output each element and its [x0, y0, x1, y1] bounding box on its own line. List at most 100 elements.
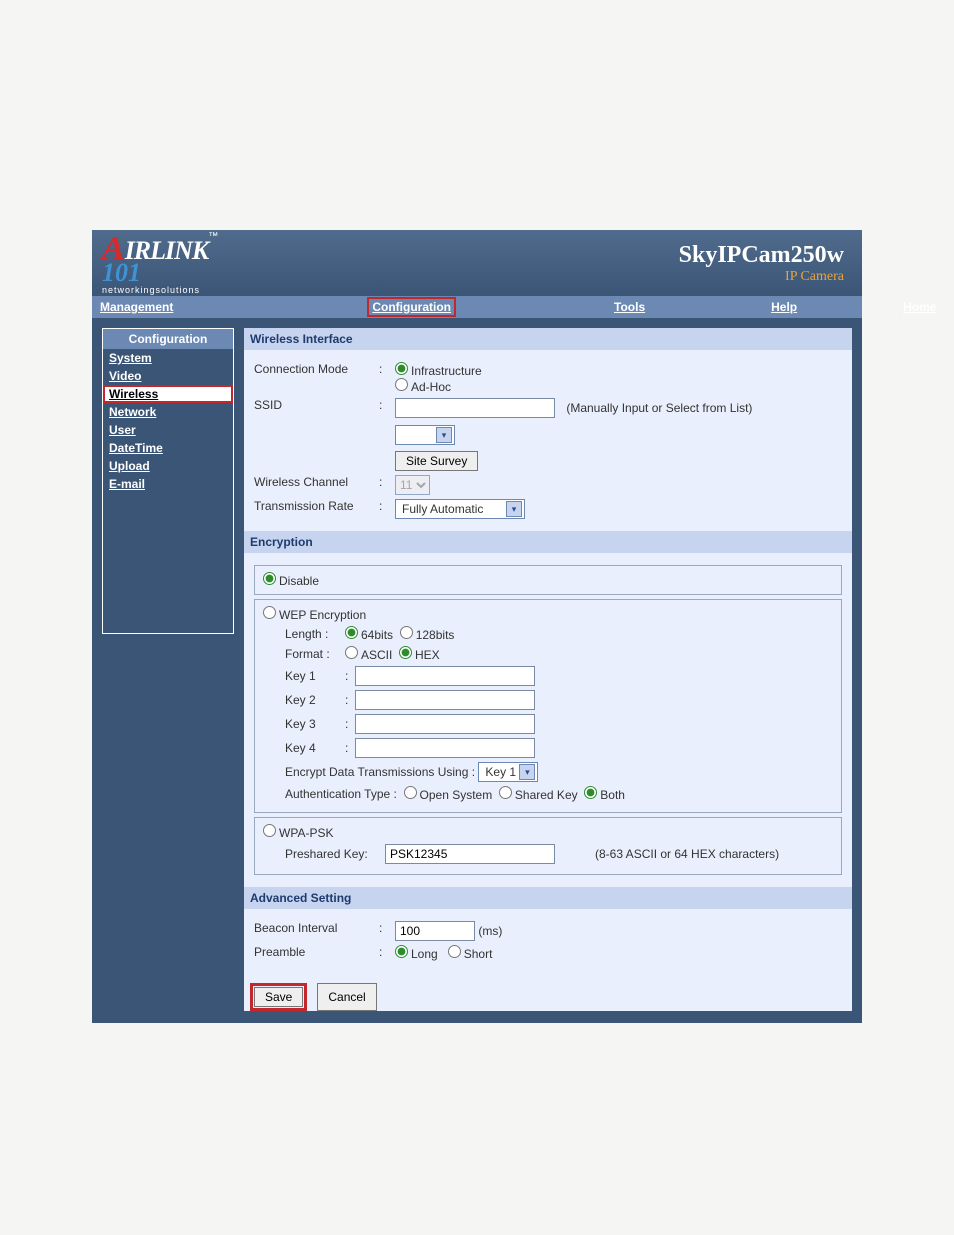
radio-ascii-label[interactable]: ASCII	[345, 646, 392, 662]
nav-management[interactable]: Management	[92, 297, 181, 317]
text-infrastructure: Infrastructure	[411, 364, 482, 378]
radio-ascii[interactable]	[345, 646, 358, 659]
radio-adhoc-label[interactable]: Ad-Hoc	[395, 380, 451, 394]
input-key2[interactable]	[355, 690, 535, 710]
input-key3[interactable]	[355, 714, 535, 734]
nav-home[interactable]: Home	[895, 297, 944, 317]
text-shared: Shared Key	[515, 788, 578, 802]
nav-configuration[interactable]: Configuration	[367, 297, 456, 317]
radio-disable-label[interactable]: Disable	[263, 574, 319, 588]
radio-wep[interactable]	[263, 606, 276, 619]
sidebar-item-wireless[interactable]: Wireless	[103, 385, 233, 403]
radio-64bits-label[interactable]: 64bits	[345, 626, 393, 642]
chevron-down-icon: ▾	[436, 427, 452, 443]
radio-128bits-label[interactable]: 128bits	[400, 626, 455, 642]
label-ssid: SSID	[254, 398, 379, 412]
sidebar-item-email[interactable]: E-mail	[103, 475, 233, 493]
section-encryption-head: Encryption	[244, 531, 852, 553]
radio-shared-key[interactable]	[499, 786, 512, 799]
radio-shared-label[interactable]: Shared Key	[499, 786, 578, 802]
text-disable: Disable	[279, 574, 319, 588]
input-key1[interactable]	[355, 666, 535, 686]
radio-disable[interactable]	[263, 572, 276, 585]
text-hex: HEX	[415, 648, 440, 662]
sidebar-item-user[interactable]: User	[103, 421, 233, 439]
sidebar-link-network[interactable]: Network	[109, 405, 156, 419]
button-row: Save Cancel	[244, 973, 852, 1011]
radio-long[interactable]	[395, 945, 408, 958]
input-beacon-interval[interactable]	[395, 921, 475, 941]
sidebar-link-wireless[interactable]: Wireless	[109, 387, 158, 401]
text-wep: WEP Encryption	[279, 608, 366, 622]
sidebar-link-system[interactable]: System	[109, 351, 152, 365]
app-window: AIRLINK™ 101 networkingsolutions SkyIPCa…	[92, 230, 862, 1023]
radio-infrastructure-label[interactable]: Infrastructure	[395, 364, 482, 378]
radio-wpa-psk[interactable]	[263, 824, 276, 837]
radio-128bits[interactable]	[400, 626, 413, 639]
button-site-survey[interactable]: Site Survey	[395, 451, 478, 471]
section-encryption-body: Disable WEP Encryption Length : 64bits 1…	[244, 553, 852, 887]
input-preshared-key[interactable]	[385, 844, 555, 864]
select-transmission-rate[interactable]: Fully Automatic ▾	[395, 499, 525, 519]
radio-short-label[interactable]: Short	[448, 947, 493, 961]
save-button[interactable]: Save	[254, 987, 303, 1007]
hint-ssid: (Manually Input or Select from List)	[566, 401, 752, 415]
cancel-button[interactable]: Cancel	[317, 983, 376, 1011]
input-key4[interactable]	[355, 738, 535, 758]
sidebar-link-user[interactable]: User	[109, 423, 136, 437]
radio-wep-label[interactable]: WEP Encryption	[263, 608, 366, 622]
product-name: SkyIPCam250w	[679, 242, 844, 269]
radio-both[interactable]	[584, 786, 597, 799]
select-ssid-list[interactable]: ▾	[395, 425, 455, 445]
text-adhoc: Ad-Hoc	[411, 380, 451, 394]
radio-hex-label[interactable]: HEX	[399, 646, 440, 662]
sidebar-item-upload[interactable]: Upload	[103, 457, 233, 475]
radio-short[interactable]	[448, 945, 461, 958]
sidebar-link-email[interactable]: E-mail	[109, 477, 145, 491]
encrypt-key-value: Key 1	[485, 765, 516, 779]
box-wpa: WPA-PSK Preshared Key: (8-63 ASCII or 64…	[254, 817, 842, 875]
nav-tools[interactable]: Tools	[606, 297, 653, 317]
text-open: Open System	[420, 788, 493, 802]
radio-hex[interactable]	[399, 646, 412, 659]
label-preshared-key: Preshared Key:	[285, 847, 385, 861]
sidebar-link-video[interactable]: Video	[109, 369, 141, 383]
label-rate: Transmission Rate	[254, 499, 379, 513]
label-channel: Wireless Channel	[254, 475, 379, 489]
chevron-down-icon: ▾	[519, 764, 535, 780]
text-ascii: ASCII	[361, 648, 392, 662]
label-format: Format :	[285, 647, 345, 661]
input-ssid[interactable]	[395, 398, 555, 418]
text-64bits: 64bits	[361, 628, 393, 642]
radio-both-label[interactable]: Both	[584, 786, 625, 802]
select-encrypt-key[interactable]: Key 1 ▾	[478, 762, 538, 782]
radio-long-label[interactable]: Long	[395, 947, 438, 961]
nav-help[interactable]: Help	[763, 297, 805, 317]
radio-64bits[interactable]	[345, 626, 358, 639]
sidebar-item-video[interactable]: Video	[103, 367, 233, 385]
radio-wpa-label[interactable]: WPA-PSK	[263, 826, 333, 840]
radio-open-system[interactable]	[404, 786, 417, 799]
section-wireless-body: Connection Mode : Infrastructure Ad-Hoc …	[244, 350, 852, 531]
label-key2: Key 2	[285, 693, 345, 707]
header: AIRLINK™ 101 networkingsolutions SkyIPCa…	[92, 230, 862, 296]
box-disable: Disable	[254, 565, 842, 595]
sidebar-item-system[interactable]: System	[103, 349, 233, 367]
section-wireless-head: Wireless Interface	[244, 328, 852, 350]
sidebar-link-datetime[interactable]: DateTime	[109, 441, 163, 455]
select-channel[interactable]: 11	[395, 475, 430, 495]
chevron-down-icon: ▾	[506, 501, 522, 517]
unit-ms: (ms)	[478, 924, 502, 938]
text-short: Short	[464, 947, 493, 961]
radio-adhoc[interactable]	[395, 378, 408, 391]
radio-open-label[interactable]: Open System	[404, 786, 493, 802]
save-highlight: Save	[250, 983, 307, 1011]
text-both: Both	[600, 788, 625, 802]
topnav: Management Configuration Tools Help Home	[92, 296, 862, 318]
sidebar-item-datetime[interactable]: DateTime	[103, 439, 233, 457]
product-title: SkyIPCam250w IP Camera	[679, 242, 844, 285]
logo-tagline: networkingsolutions	[102, 286, 218, 295]
sidebar-link-upload[interactable]: Upload	[109, 459, 150, 473]
sidebar-item-network[interactable]: Network	[103, 403, 233, 421]
radio-infrastructure[interactable]	[395, 362, 408, 375]
